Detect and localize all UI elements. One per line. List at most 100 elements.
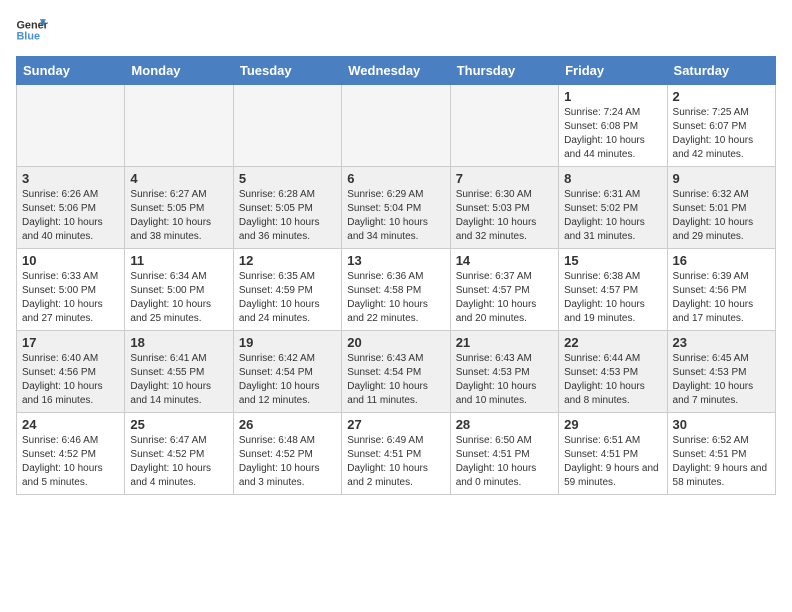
calendar-cell: 12 Sunrise: 6:35 AM Sunset: 4:59 PM Dayli… [233,249,341,331]
calendar-cell: 22 Sunrise: 6:44 AM Sunset: 4:53 PM Dayli… [559,331,667,413]
day-info: Sunrise: 6:47 AM Sunset: 4:52 PM Dayligh… [130,434,227,490]
week-row-5: 24 Sunrise: 6:46 AM Sunset: 4:52 PM Dayli… [17,413,776,495]
calendar-cell [342,85,450,167]
day-info: Sunrise: 6:43 AM Sunset: 4:54 PM Dayligh… [347,352,444,408]
day-number: 26 [239,417,336,432]
day-info: Sunrise: 6:37 AM Sunset: 4:57 PM Dayligh… [456,270,553,326]
day-number: 19 [239,335,336,350]
day-info: Sunrise: 6:52 AM Sunset: 4:51 PM Dayligh… [673,434,770,490]
weekday-header-row: SundayMondayTuesdayWednesdayThursdayFrid… [17,57,776,85]
calendar-cell [17,85,125,167]
calendar-cell: 17 Sunrise: 6:40 AM Sunset: 4:56 PM Dayli… [17,331,125,413]
week-row-4: 17 Sunrise: 6:40 AM Sunset: 4:56 PM Dayli… [17,331,776,413]
calendar-cell: 1Sunrise: 7:24 AM Sunset: 6:08 PM Daylig… [559,85,667,167]
day-info: Sunrise: 6:51 AM Sunset: 4:51 PM Dayligh… [564,434,661,490]
week-row-1: 1Sunrise: 7:24 AM Sunset: 6:08 PM Daylig… [17,85,776,167]
day-info: Sunrise: 7:25 AM Sunset: 6:07 PM Dayligh… [673,106,770,162]
day-number: 7 [456,171,553,186]
weekday-header-friday: Friday [559,57,667,85]
day-info: Sunrise: 6:29 AM Sunset: 5:04 PM Dayligh… [347,188,444,244]
calendar-cell: 9 Sunrise: 6:32 AM Sunset: 5:01 PM Daylig… [667,167,775,249]
day-number: 8 [564,171,661,186]
calendar-cell: 24 Sunrise: 6:46 AM Sunset: 4:52 PM Dayli… [17,413,125,495]
day-number: 2 [673,89,770,104]
day-number: 16 [673,253,770,268]
day-info: Sunrise: 6:50 AM Sunset: 4:51 PM Dayligh… [456,434,553,490]
day-info: Sunrise: 6:48 AM Sunset: 4:52 PM Dayligh… [239,434,336,490]
calendar-cell: 13Sunrise: 6:36 AM Sunset: 4:58 PM Dayli… [342,249,450,331]
calendar-cell: 2 Sunrise: 7:25 AM Sunset: 6:07 PM Daylig… [667,85,775,167]
calendar-cell: 10 Sunrise: 6:33 AM Sunset: 5:00 PM Dayli… [17,249,125,331]
day-info: Sunrise: 6:33 AM Sunset: 5:00 PM Dayligh… [22,270,119,326]
day-number: 20 [347,335,444,350]
day-info: Sunrise: 6:43 AM Sunset: 4:53 PM Dayligh… [456,352,553,408]
day-number: 10 [22,253,119,268]
calendar-cell: 25Sunrise: 6:47 AM Sunset: 4:52 PM Dayli… [125,413,233,495]
day-number: 5 [239,171,336,186]
day-info: Sunrise: 6:35 AM Sunset: 4:59 PM Dayligh… [239,270,336,326]
day-number: 15 [564,253,661,268]
calendar-cell: 7 Sunrise: 6:30 AM Sunset: 5:03 PM Daylig… [450,167,558,249]
calendar-cell: 16 Sunrise: 6:39 AM Sunset: 4:56 PM Dayli… [667,249,775,331]
weekday-header-wednesday: Wednesday [342,57,450,85]
day-info: Sunrise: 6:38 AM Sunset: 4:57 PM Dayligh… [564,270,661,326]
calendar-cell: 18 Sunrise: 6:41 AM Sunset: 4:55 PM Dayli… [125,331,233,413]
logo: General Blue [16,16,48,44]
day-info: Sunrise: 6:49 AM Sunset: 4:51 PM Dayligh… [347,434,444,490]
day-info: Sunrise: 6:32 AM Sunset: 5:01 PM Dayligh… [673,188,770,244]
day-number: 29 [564,417,661,432]
calendar-table: SundayMondayTuesdayWednesdayThursdayFrid… [16,56,776,495]
calendar-cell: 11 Sunrise: 6:34 AM Sunset: 5:00 PM Dayli… [125,249,233,331]
svg-text:Blue: Blue [16,30,40,42]
day-info: Sunrise: 6:40 AM Sunset: 4:56 PM Dayligh… [22,352,119,408]
day-number: 9 [673,171,770,186]
day-number: 22 [564,335,661,350]
day-number: 12 [239,253,336,268]
day-info: Sunrise: 6:46 AM Sunset: 4:52 PM Dayligh… [22,434,119,490]
calendar-cell: 8Sunrise: 6:31 AM Sunset: 5:02 PM Daylig… [559,167,667,249]
day-number: 6 [347,171,444,186]
calendar-cell [233,85,341,167]
day-number: 24 [22,417,119,432]
calendar-cell: 26 Sunrise: 6:48 AM Sunset: 4:52 PM Dayli… [233,413,341,495]
day-info: Sunrise: 6:36 AM Sunset: 4:58 PM Dayligh… [347,270,444,326]
day-info: Sunrise: 6:44 AM Sunset: 4:53 PM Dayligh… [564,352,661,408]
day-number: 18 [130,335,227,350]
day-info: Sunrise: 6:26 AM Sunset: 5:06 PM Dayligh… [22,188,119,244]
calendar-cell: 21 Sunrise: 6:43 AM Sunset: 4:53 PM Dayli… [450,331,558,413]
calendar-cell: 20 Sunrise: 6:43 AM Sunset: 4:54 PM Dayli… [342,331,450,413]
day-number: 14 [456,253,553,268]
calendar-cell: 23 Sunrise: 6:45 AM Sunset: 4:53 PM Dayli… [667,331,775,413]
day-info: Sunrise: 6:42 AM Sunset: 4:54 PM Dayligh… [239,352,336,408]
day-number: 3 [22,171,119,186]
day-info: Sunrise: 6:41 AM Sunset: 4:55 PM Dayligh… [130,352,227,408]
day-info: Sunrise: 6:45 AM Sunset: 4:53 PM Dayligh… [673,352,770,408]
day-info: Sunrise: 6:34 AM Sunset: 5:00 PM Dayligh… [130,270,227,326]
calendar-cell: 27 Sunrise: 6:49 AM Sunset: 4:51 PM Dayli… [342,413,450,495]
day-number: 30 [673,417,770,432]
calendar-cell: 15 Sunrise: 6:38 AM Sunset: 4:57 PM Dayli… [559,249,667,331]
calendar-cell: 28 Sunrise: 6:50 AM Sunset: 4:51 PM Dayli… [450,413,558,495]
day-info: Sunrise: 6:39 AM Sunset: 4:56 PM Dayligh… [673,270,770,326]
calendar-cell: 19 Sunrise: 6:42 AM Sunset: 4:54 PM Dayli… [233,331,341,413]
day-number: 17 [22,335,119,350]
day-number: 11 [130,253,227,268]
weekday-header-saturday: Saturday [667,57,775,85]
calendar-cell: 5Sunrise: 6:28 AM Sunset: 5:05 PM Daylig… [233,167,341,249]
weekday-header-sunday: Sunday [17,57,125,85]
day-number: 23 [673,335,770,350]
weekday-header-monday: Monday [125,57,233,85]
weekday-header-thursday: Thursday [450,57,558,85]
calendar-cell: 30 Sunrise: 6:52 AM Sunset: 4:51 PM Dayli… [667,413,775,495]
day-number: 28 [456,417,553,432]
weekday-header-tuesday: Tuesday [233,57,341,85]
day-info: Sunrise: 6:27 AM Sunset: 5:05 PM Dayligh… [130,188,227,244]
calendar-cell: 14 Sunrise: 6:37 AM Sunset: 4:57 PM Dayli… [450,249,558,331]
week-row-3: 10 Sunrise: 6:33 AM Sunset: 5:00 PM Dayli… [17,249,776,331]
day-number: 27 [347,417,444,432]
day-number: 21 [456,335,553,350]
week-row-2: 3 Sunrise: 6:26 AM Sunset: 5:06 PM Daylig… [17,167,776,249]
calendar-cell: 4Sunrise: 6:27 AM Sunset: 5:05 PM Daylig… [125,167,233,249]
day-info: Sunrise: 7:24 AM Sunset: 6:08 PM Dayligh… [564,106,661,162]
day-info: Sunrise: 6:30 AM Sunset: 5:03 PM Dayligh… [456,188,553,244]
